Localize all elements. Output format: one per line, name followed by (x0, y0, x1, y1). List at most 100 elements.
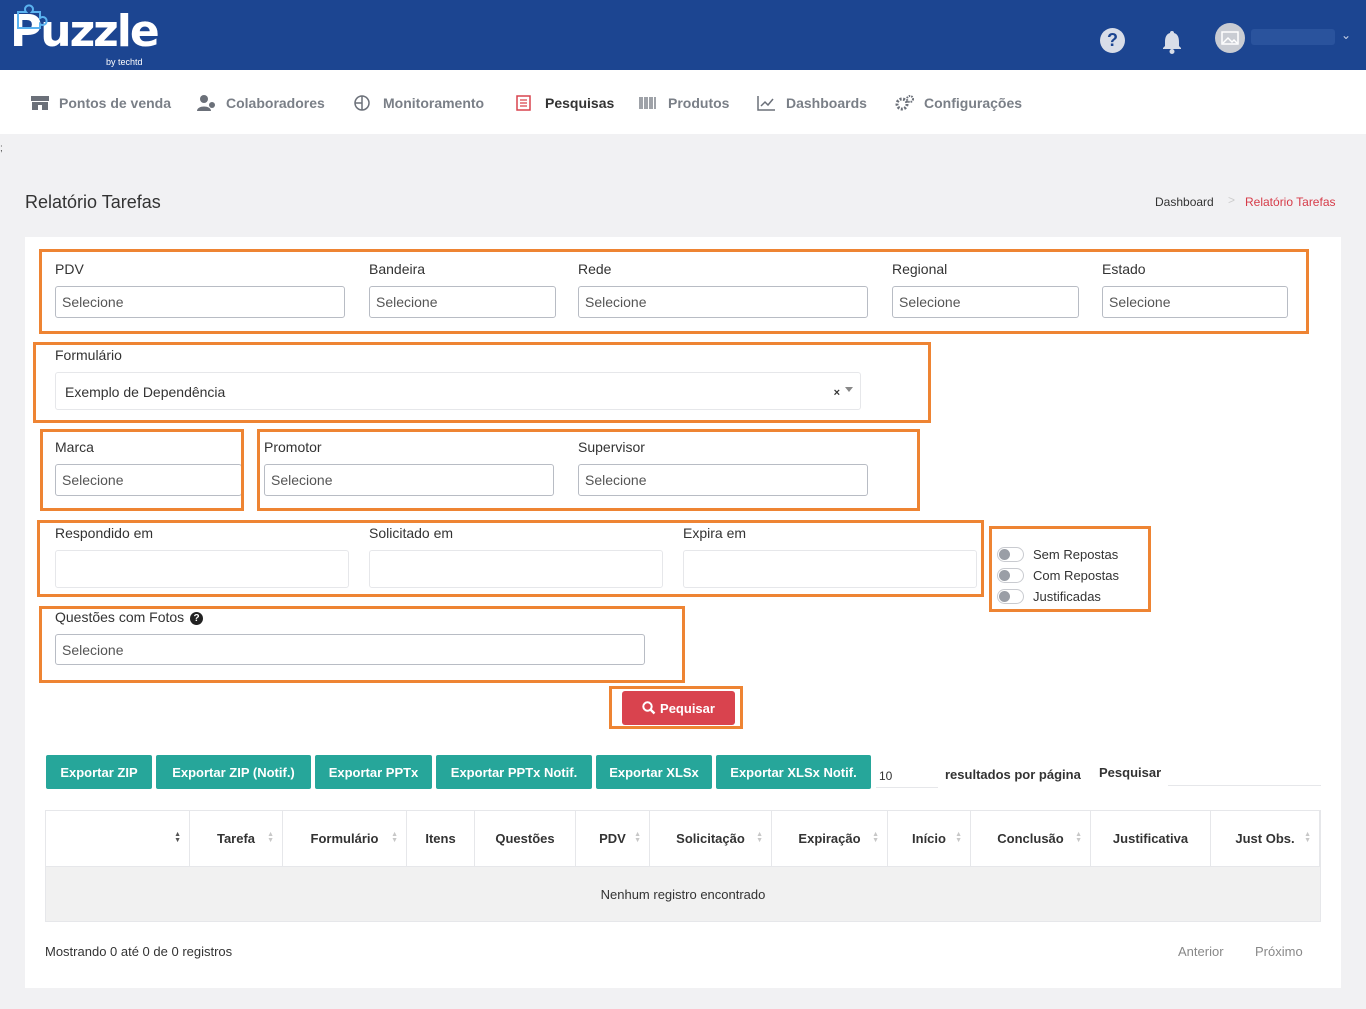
table-header-just-obs[interactable]: Just Obs. ▲ ▼ (1211, 811, 1320, 866)
menu-item-produtos[interactable]: Produtos (639, 94, 729, 112)
expira-date-input[interactable] (683, 550, 977, 588)
supervisor-label: Supervisor (578, 439, 645, 455)
results-table: ▲ ▼ Tarefa ▲ ▼ Formulário ▲ ▼ Itens Questões … (45, 810, 1321, 922)
top-bar: Puzzle by techtd ? ⌄ (0, 0, 1366, 70)
toggle-justificadas[interactable]: Justificadas (997, 587, 1101, 605)
puzzle-piece-icon (17, 4, 48, 29)
table-header-tarefa[interactable]: Tarefa ▲ ▼ (190, 811, 283, 866)
table-header-pdv[interactable]: PDV ▲ ▼ (576, 811, 650, 866)
respondido-date-input[interactable] (55, 550, 349, 588)
table-header-solicitacao[interactable]: Solicitação ▲ ▼ (650, 811, 772, 866)
bandeira-select[interactable]: Selecione (369, 286, 556, 318)
table-header-itens[interactable]: Itens (407, 811, 475, 866)
barcode-icon (639, 97, 656, 109)
export-zip-button[interactable]: Exportar ZIP (46, 755, 152, 789)
estado-label: Estado (1102, 261, 1146, 277)
menu-item-dashboards[interactable]: Dashboards (757, 94, 867, 112)
solicitado-label: Solicitado em (369, 525, 454, 541)
toggle-label: Justificadas (1033, 588, 1101, 604)
user-name[interactable] (1251, 29, 1335, 45)
column-label: Questões (495, 831, 555, 846)
question-circle-icon[interactable]: ? (190, 612, 204, 625)
table-header-questoes[interactable]: Questões (475, 811, 576, 866)
formulario-select[interactable]: Exemplo de Dependência × (55, 372, 861, 410)
table-header-justificativa[interactable]: Justificativa (1091, 811, 1211, 866)
bell-icon[interactable] (1159, 28, 1185, 54)
toggle-switch[interactable] (997, 546, 1024, 562)
marca-select[interactable]: Selecione (55, 464, 242, 496)
caret-down-icon[interactable] (845, 387, 853, 392)
questoes-fotos-label: Questões com Fotos ? (55, 609, 204, 625)
solicitado-date-input[interactable] (369, 550, 663, 588)
pdv-select[interactable]: Selecione (55, 286, 345, 318)
column-label: Just Obs. (1235, 831, 1295, 846)
export-zip-notif-button[interactable]: Exportar ZIP (Notif.) (156, 755, 311, 789)
search-button[interactable]: Pequisar (622, 691, 735, 725)
per-page-select[interactable]: 10 (876, 764, 938, 788)
export-xlsx-notif-button[interactable]: Exportar XLSx Notif. (716, 755, 871, 789)
menu-item-colaboradores[interactable]: Colaboradores (197, 94, 325, 112)
per-page-label: resultados por página (945, 767, 1081, 782)
rede-select[interactable]: Selecione (578, 286, 868, 318)
clear-icon[interactable]: × (834, 374, 840, 412)
export-xlsx-button[interactable]: Exportar XLSx (596, 755, 712, 789)
column-label: Expiração (798, 831, 861, 846)
image-placeholder-icon (1221, 31, 1239, 45)
regional-select[interactable]: Selecione (892, 286, 1079, 318)
menu-item-monitoramento[interactable]: Monitoramento (354, 94, 484, 112)
toggle-switch[interactable] (997, 567, 1024, 583)
table-search-input[interactable] (1168, 762, 1321, 786)
toggle-com-respostas[interactable]: Com Repostas (997, 566, 1119, 584)
table-header-expiracao[interactable]: Expiração ▲ ▼ (772, 811, 888, 866)
pagination-next[interactable]: Próximo (1255, 944, 1303, 959)
column-label: Tarefa (216, 831, 256, 846)
stray-character: ; (0, 143, 3, 154)
toggle-switch[interactable] (997, 588, 1024, 604)
menu-item-configuracoes[interactable]: Configurações (895, 94, 1022, 112)
promotor-label: Promotor (264, 439, 322, 455)
menu-item-label: Pontos de venda (59, 95, 172, 111)
menu-item-pontos-de-venda[interactable]: Pontos de venda (30, 94, 171, 112)
table-header-conclusao[interactable]: Conclusão ▲ ▼ (971, 811, 1091, 866)
column-label: Solicitação (676, 831, 745, 846)
sort-icon: ▲ ▼ (1075, 831, 1082, 844)
export-pptx-button[interactable]: Exportar PPTx (315, 755, 432, 789)
marca-label: Marca (55, 439, 94, 455)
bandeira-label: Bandeira (369, 261, 426, 277)
menu-item-label: Colaboradores (226, 95, 325, 111)
column-label: Formulário (310, 831, 379, 846)
menu-item-label: Dashboards (786, 95, 867, 111)
main-menu: Pontos de venda Colaboradores Monitorame… (0, 70, 1366, 134)
gears-icon (895, 95, 914, 111)
help-icon[interactable]: ? (1100, 28, 1125, 53)
column-label: Itens (425, 831, 456, 846)
menu-item-pesquisas[interactable]: Pesquisas (516, 94, 614, 112)
estado-select[interactable]: Selecione (1102, 286, 1288, 318)
sort-icon: ▲ ▼ (634, 831, 641, 844)
pdv-label: PDV (55, 261, 84, 277)
sort-icon: ▲ ▼ (955, 831, 962, 844)
empty-table-message: Nenhum registro encontrado (46, 866, 1320, 921)
questoes-fotos-select[interactable]: Selecione (55, 634, 645, 665)
table-header-inicio[interactable]: Início ▲ ▼ (888, 811, 971, 866)
sort-icon: ▲ ▼ (872, 831, 879, 844)
sort-icon: ▲ ▼ (391, 831, 398, 844)
export-pptx-notif-button[interactable]: Exportar PPTx Notif. (436, 755, 592, 789)
search-icon (642, 701, 656, 715)
breadcrumb-home[interactable]: Dashboard (1155, 195, 1214, 209)
page-title: Relatório Tarefas (25, 192, 161, 212)
users-icon (197, 95, 215, 111)
menu-item-label: Configurações (924, 95, 1023, 111)
toggle-sem-respostas[interactable]: Sem Repostas (997, 545, 1118, 563)
toggle-label: Sem Repostas (1033, 546, 1119, 562)
user-avatar[interactable] (1215, 23, 1245, 53)
supervisor-select[interactable]: Selecione (578, 464, 868, 496)
chevron-down-icon[interactable]: ⌄ (1341, 28, 1351, 42)
pagination-previous[interactable]: Anterior (1178, 944, 1224, 959)
table-header-select[interactable]: ▲ ▼ (46, 811, 190, 866)
toggle-label: Com Repostas (1033, 567, 1119, 583)
table-header-formulario[interactable]: Formulário ▲ ▼ (283, 811, 407, 866)
logo-subtitle: by techtd (106, 57, 143, 67)
promotor-select[interactable]: Selecione (264, 464, 554, 496)
menu-item-label: Produtos (668, 95, 730, 111)
